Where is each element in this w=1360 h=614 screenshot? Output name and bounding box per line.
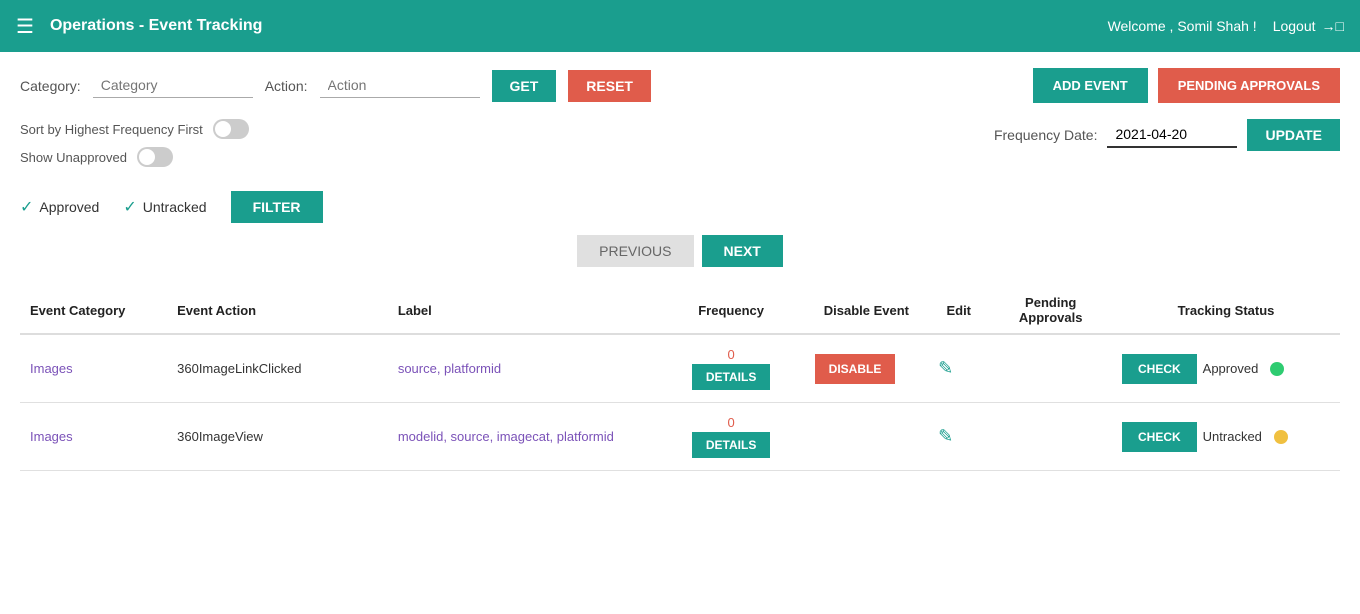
table-row: Images 360ImageView modelid, source, image… (20, 403, 1340, 471)
event-category-cell: Images (20, 334, 167, 403)
table-row: Images 360ImageLinkClicked source, platfor… (20, 334, 1340, 403)
frequency-cell: 0 DETAILS (658, 403, 805, 471)
col-header-label: Label (388, 287, 658, 334)
header-welcome: Welcome , Somil Shah ! (1108, 18, 1257, 34)
col-header-disable-event: Disable Event (805, 287, 928, 334)
pending-approvals-button[interactable]: PENDING APPROVALS (1158, 68, 1340, 103)
toggle-row: Sort by Highest Frequency First Show Una… (20, 119, 249, 167)
tracking-status-text: Untracked (1203, 429, 1262, 444)
tracking-status-cell: CHECK Untracked (1112, 403, 1340, 471)
event-action-value: 360ImageView (177, 429, 263, 444)
header-right: Welcome , Somil Shah ! Logout →□ (1108, 18, 1344, 34)
event-category-value: Images (30, 361, 73, 376)
event-action-cell: 360ImageLinkClicked (167, 334, 388, 403)
unapproved-toggle-item: Show Unapproved (20, 147, 249, 167)
label-cell: source, platformid (388, 334, 658, 403)
check-button[interactable]: CHECK (1122, 422, 1197, 452)
untracked-legend-label: Untracked (143, 199, 207, 215)
table-header: Event Category Event Action Label Freque… (20, 287, 1340, 334)
header-title: Operations - Event Tracking (50, 17, 1108, 35)
pagination-row: PREVIOUS NEXT (20, 235, 1340, 267)
untracked-legend: ✓ Untracked (123, 197, 206, 217)
approved-legend-label: Approved (39, 199, 99, 215)
legend-row: ✓ Approved ✓ Untracked FILTER (20, 191, 1340, 223)
edit-cell: ✎ (928, 403, 989, 471)
reset-button[interactable]: RESET (568, 70, 651, 102)
tracking-status-text: Approved (1203, 361, 1259, 376)
filter-right: ADD EVENT PENDING APPROVALS (1033, 68, 1340, 103)
sort-toggle[interactable] (213, 119, 249, 139)
disable-cell: DISABLE (805, 334, 928, 403)
event-action-value: 360ImageLinkClicked (177, 361, 301, 376)
label-value: modelid, source, imagecat, platformid (398, 429, 614, 444)
approved-legend: ✓ Approved (20, 197, 99, 217)
event-category-value: Images (30, 429, 73, 444)
pending-approvals-cell (989, 334, 1112, 403)
add-event-button[interactable]: ADD EVENT (1033, 68, 1148, 103)
edit-cell: ✎ (928, 334, 989, 403)
edit-icon[interactable]: ✎ (938, 426, 953, 446)
col-header-tracking-status: Tracking Status (1112, 287, 1340, 334)
logout-label: Logout (1273, 18, 1316, 34)
unapproved-toggle[interactable] (137, 147, 173, 167)
menu-icon[interactable]: ☰ (16, 14, 34, 39)
details-button[interactable]: DETAILS (692, 364, 770, 390)
next-button[interactable]: NEXT (702, 235, 783, 267)
main-content: Category: Action: GET RESET ADD EVENT PE… (0, 52, 1360, 487)
frequency-count: 0 (668, 347, 795, 362)
col-header-event-action: Event Action (167, 287, 388, 334)
pending-approvals-cell (989, 403, 1112, 471)
label-cell: modelid, source, imagecat, platformid (388, 403, 658, 471)
sort-label: Sort by Highest Frequency First (20, 122, 203, 137)
frequency-count: 0 (668, 415, 795, 430)
header: ☰ Operations - Event Tracking Welcome , … (0, 0, 1360, 52)
events-table: Event Category Event Action Label Freque… (20, 287, 1340, 471)
approved-check-icon: ✓ (20, 197, 33, 217)
tracking-status-cell: CHECK Approved (1112, 334, 1340, 403)
logout-icon: →□ (1322, 18, 1344, 34)
action-label: Action: (265, 78, 308, 94)
check-button[interactable]: CHECK (1122, 354, 1197, 384)
details-button[interactable]: DETAILS (692, 432, 770, 458)
category-label: Category: (20, 78, 81, 94)
disable-button[interactable]: DISABLE (815, 354, 896, 384)
frequency-date-input[interactable] (1107, 122, 1237, 148)
status-dot (1270, 362, 1284, 376)
col-header-frequency: Frequency (658, 287, 805, 334)
event-category-cell: Images (20, 403, 167, 471)
table-body: Images 360ImageLinkClicked source, platfor… (20, 334, 1340, 471)
frequency-cell: 0 DETAILS (658, 334, 805, 403)
col-header-pending-approvals: Pending Approvals (989, 287, 1112, 334)
event-action-cell: 360ImageView (167, 403, 388, 471)
frequency-date-row: Frequency Date: UPDATE (994, 119, 1340, 151)
untracked-check-icon: ✓ (123, 197, 136, 217)
filter-row: Category: Action: GET RESET ADD EVENT PE… (20, 68, 1340, 103)
previous-button[interactable]: PREVIOUS (577, 235, 693, 267)
edit-icon[interactable]: ✎ (938, 358, 953, 378)
sort-toggle-item: Sort by Highest Frequency First (20, 119, 249, 139)
logout-button[interactable]: Logout →□ (1273, 18, 1344, 34)
category-input[interactable] (93, 73, 253, 98)
filter-button[interactable]: FILTER (231, 191, 323, 223)
status-dot (1274, 430, 1288, 444)
frequency-date-label: Frequency Date: (994, 127, 1098, 143)
get-button[interactable]: GET (492, 70, 557, 102)
col-header-edit: Edit (928, 287, 989, 334)
unapproved-label: Show Unapproved (20, 150, 127, 165)
action-input[interactable] (320, 73, 480, 98)
disable-cell (805, 403, 928, 471)
label-value: source, platformid (398, 361, 501, 376)
col-header-event-category: Event Category (20, 287, 167, 334)
update-button[interactable]: UPDATE (1247, 119, 1340, 151)
